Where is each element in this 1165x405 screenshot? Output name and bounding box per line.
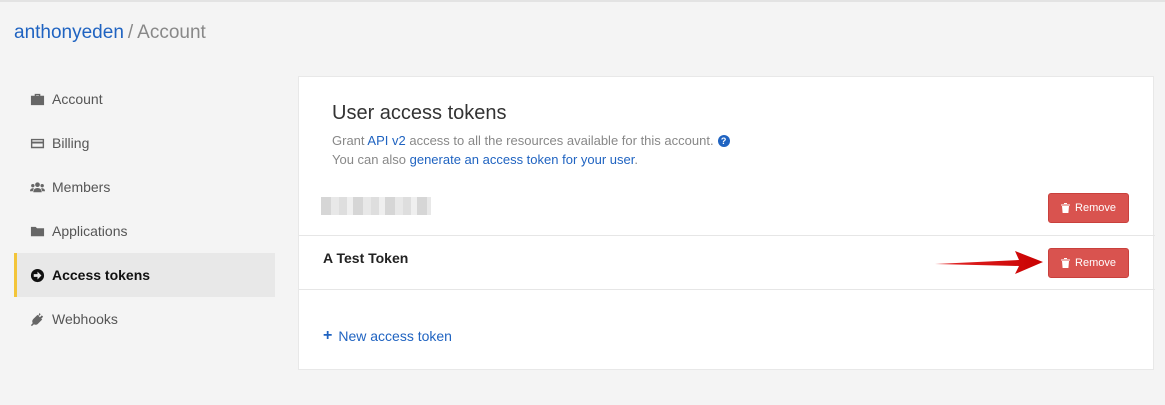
sidebar-item-label: Access tokens (52, 267, 151, 283)
panel-title: User access tokens (332, 102, 507, 124)
sidebar-item-billing[interactable]: Billing (14, 121, 275, 165)
sidebar-item-label: Members (52, 179, 111, 195)
token-name: A Test Token (323, 250, 409, 266)
panel-description-secondary: You can also generate an access token fo… (332, 152, 638, 167)
trash-icon (1061, 203, 1071, 213)
plug-icon (29, 311, 45, 327)
sidebar-item-applications[interactable]: Applications (14, 209, 275, 253)
token-row: Remove (299, 181, 1155, 235)
briefcase-icon (29, 91, 45, 107)
sidebar-item-label: Account (52, 91, 103, 107)
sidebar-item-members[interactable]: Members (14, 165, 275, 209)
breadcrumb-owner-link[interactable]: anthonyeden (14, 22, 124, 43)
sidebar-item-label: Billing (52, 135, 90, 151)
description-text: access to all the resources available fo… (409, 133, 714, 148)
breadcrumb-current: Account (137, 22, 206, 43)
access-tokens-panel: User access tokens Grant API v2 access t… (298, 76, 1155, 370)
api-v2-link[interactable]: API v2 (367, 133, 405, 148)
redacted-token-name (321, 197, 431, 215)
breadcrumb: anthonyeden / Account (14, 22, 206, 44)
sidebar-item-label: Applications (52, 223, 128, 239)
credit-card-icon (29, 135, 45, 151)
sidebar: Account Billing Members Applications Acc… (14, 77, 275, 341)
new-access-token-link[interactable]: + New access token (323, 327, 452, 345)
new-access-token-label: New access token (338, 328, 452, 344)
remove-button-label: Remove (1075, 202, 1116, 214)
panel-description: Grant API v2 access to all the resources… (332, 133, 730, 148)
description-text: . (634, 152, 638, 167)
generate-user-token-link[interactable]: generate an access token for your user (410, 152, 635, 167)
remove-button-label: Remove (1075, 257, 1116, 269)
description-text: Grant (332, 133, 365, 148)
sidebar-item-access-tokens[interactable]: Access tokens (14, 253, 275, 297)
sidebar-item-account[interactable]: Account (14, 77, 275, 121)
sidebar-item-label: Webhooks (52, 311, 118, 327)
description-text: You can also (332, 152, 406, 167)
remove-token-button[interactable]: Remove (1048, 248, 1129, 278)
folder-icon (29, 223, 45, 239)
annotation-arrow-icon (935, 251, 1043, 274)
sidebar-item-webhooks[interactable]: Webhooks (14, 297, 275, 341)
remove-token-button[interactable]: Remove (1048, 193, 1129, 223)
users-icon (29, 179, 45, 195)
breadcrumb-separator: / (127, 22, 134, 43)
plus-icon: + (323, 327, 333, 344)
trash-icon (1061, 258, 1071, 268)
top-border (0, 0, 1165, 2)
help-icon[interactable]: ? (717, 135, 730, 147)
circle-arrow-right-icon (29, 267, 45, 283)
